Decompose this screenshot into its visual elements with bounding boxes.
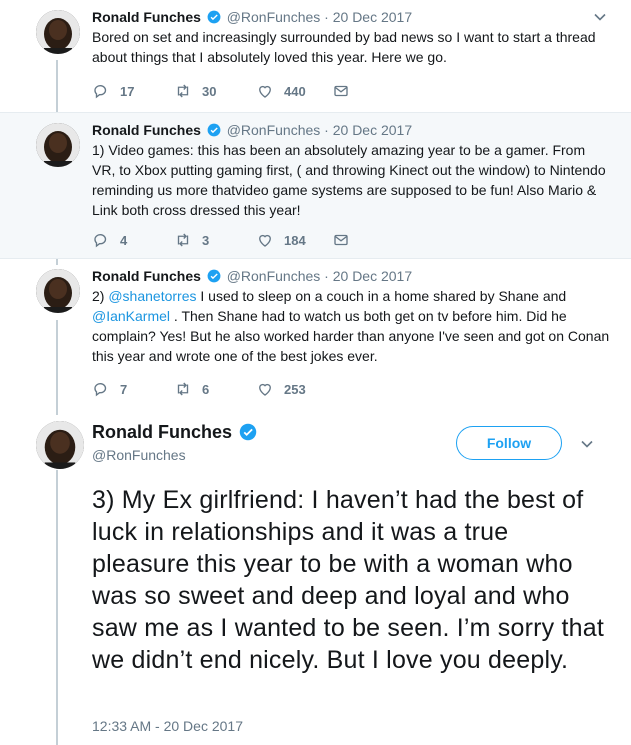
text-fragment: I used to sleep on a couch in a home sha… bbox=[196, 288, 567, 304]
retweet-button[interactable]: 30 bbox=[174, 82, 216, 100]
like-button[interactable]: 253 bbox=[256, 380, 306, 398]
tweet-date[interactable]: 20 Dec 2017 bbox=[333, 9, 412, 25]
avatar[interactable] bbox=[36, 269, 80, 313]
retweet-button[interactable]: 6 bbox=[174, 380, 209, 398]
dot-separator: · bbox=[324, 122, 333, 138]
author-handle[interactable]: @RonFunches bbox=[227, 268, 321, 284]
tweet-3[interactable]: Ronald Funches @RonFunches · 20 Dec 2017… bbox=[0, 259, 631, 409]
author-handle[interactable]: @RonFunches bbox=[227, 122, 321, 138]
retweet-icon bbox=[177, 382, 189, 396]
reply-count: 17 bbox=[120, 83, 135, 99]
message-icon bbox=[334, 234, 348, 246]
chevron-down-icon[interactable] bbox=[580, 437, 594, 451]
tweet-date[interactable]: 20 Dec 2017 bbox=[333, 268, 412, 284]
message-icon bbox=[334, 85, 348, 97]
tweet-date[interactable]: 20 Dec 2017 bbox=[333, 122, 412, 138]
reply-count: 4 bbox=[120, 232, 128, 248]
tweet-1[interactable]: Ronald Funches @RonFunches · 20 Dec 2017… bbox=[0, 0, 631, 112]
reply-button[interactable]: 17 bbox=[92, 82, 134, 100]
reply-count: 7 bbox=[120, 381, 128, 397]
reply-icon bbox=[94, 234, 107, 248]
dot-separator: · bbox=[324, 9, 333, 25]
main-avatar[interactable] bbox=[36, 421, 84, 469]
retweet-count: 30 bbox=[202, 83, 217, 99]
avatar[interactable] bbox=[36, 123, 80, 167]
tweet-text: Bored on set and increasingly surrounded… bbox=[92, 29, 596, 65]
main-tweet-timestamp[interactable]: 12:33 AM - 20 Dec 2017 bbox=[92, 718, 243, 734]
avatar[interactable] bbox=[36, 10, 80, 54]
text-fragment: . Then Shane had to watch us both get on… bbox=[92, 308, 610, 364]
main-tweet-text: 3) My Ex girlfriend: I haven’t had the b… bbox=[92, 486, 605, 674]
retweet-button[interactable]: 3 bbox=[174, 231, 209, 249]
reply-icon bbox=[94, 383, 107, 397]
author-name[interactable]: Ronald Funches bbox=[92, 422, 232, 442]
reply-button[interactable]: 4 bbox=[92, 231, 127, 249]
retweet-count: 3 bbox=[202, 232, 210, 248]
thread-connector bbox=[56, 470, 58, 745]
like-button[interactable]: 440 bbox=[256, 82, 306, 100]
reply-icon bbox=[94, 85, 107, 99]
direct-message-button[interactable] bbox=[332, 82, 350, 100]
like-count: 440 bbox=[284, 83, 306, 99]
like-button[interactable]: 184 bbox=[256, 231, 306, 249]
author-name[interactable]: Ronald Funches bbox=[92, 268, 201, 284]
retweet-icon bbox=[177, 84, 189, 98]
verified-icon bbox=[207, 269, 221, 283]
retweet-count: 6 bbox=[202, 381, 210, 397]
retweet-icon bbox=[177, 233, 189, 247]
tweet-text: 1) Video games: this has been an absolut… bbox=[92, 142, 606, 218]
tweet-2[interactable]: Ronald Funches @RonFunches · 20 Dec 2017… bbox=[0, 113, 631, 258]
like-icon bbox=[259, 383, 271, 396]
mention-link[interactable]: @IanKarmel bbox=[92, 308, 170, 324]
main-author-handle[interactable]: @RonFunches bbox=[92, 447, 186, 463]
direct-message-button[interactable] bbox=[332, 231, 350, 249]
verified-icon bbox=[239, 423, 257, 441]
like-icon bbox=[259, 85, 271, 98]
author-name[interactable]: Ronald Funches bbox=[92, 122, 201, 138]
dot-separator: · bbox=[324, 268, 333, 284]
chevron-down-icon[interactable] bbox=[593, 10, 607, 24]
mention-link[interactable]: @shanetorres bbox=[108, 288, 196, 304]
follow-button[interactable]: Follow bbox=[456, 426, 562, 460]
author-handle[interactable]: @RonFunches bbox=[227, 9, 321, 25]
like-icon bbox=[259, 234, 271, 247]
like-count: 253 bbox=[284, 381, 306, 397]
tweet-text: 2) @shanetorres I used to sleep on a cou… bbox=[92, 286, 611, 366]
reply-button[interactable]: 7 bbox=[92, 380, 127, 398]
text-fragment: 2) bbox=[92, 288, 109, 304]
author-name[interactable]: Ronald Funches bbox=[92, 9, 201, 25]
verified-icon bbox=[207, 10, 221, 24]
verified-icon bbox=[207, 123, 221, 137]
like-count: 184 bbox=[284, 232, 306, 248]
main-author-name: Ronald Funches bbox=[92, 421, 259, 443]
